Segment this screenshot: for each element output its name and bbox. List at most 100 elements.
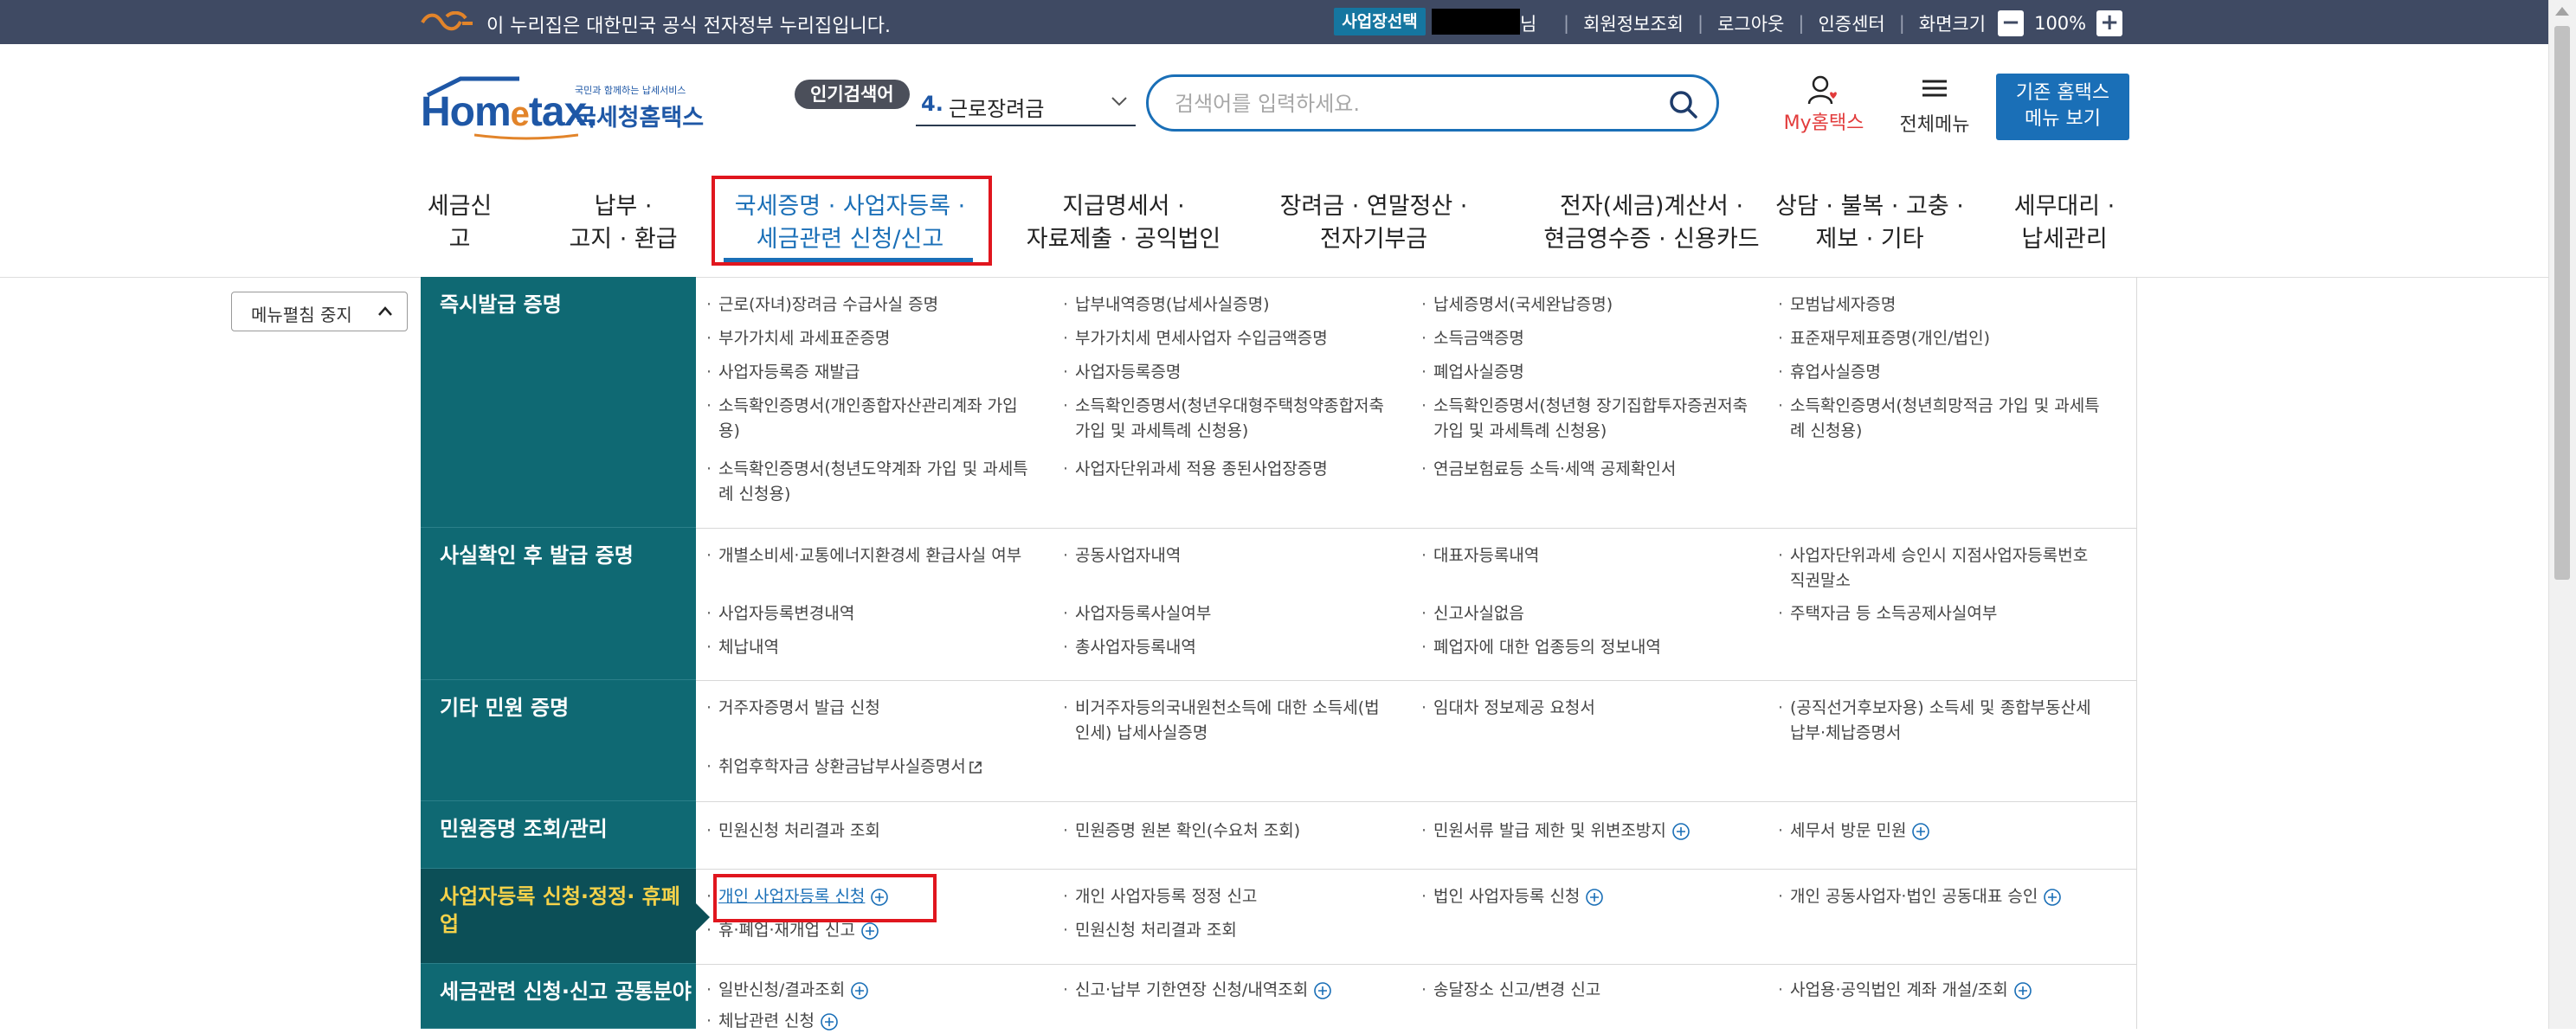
plus-circle-icon[interactable] (1671, 822, 1690, 841)
menu-link[interactable]: 비거주자등의국내원천소득에 대한 소득세(법인세) 납세사실증명 (1063, 696, 1392, 746)
chevron-down-icon (1111, 97, 1127, 106)
my-hometax-button[interactable]: My홈택스 (1776, 74, 1871, 135)
menu-link[interactable]: 세무서 방문 민원 (1778, 819, 2107, 844)
menu-link[interactable]: 납부내역증명(납세사실증명) (1063, 292, 1392, 318)
scrollbar-thumb[interactable] (2554, 26, 2570, 580)
menu-link[interactable]: (공직선거후보자용) 소득세 및 종합부동산세 납부·체납증명서 (1778, 696, 2107, 746)
member-info-link[interactable]: 회원정보조회 (1583, 10, 1684, 36)
menu-link[interactable]: 민원신청 처리결과 조회 (1063, 918, 1392, 943)
nav-payment-statement[interactable]: 지급명세서 · 자료제출 · 공익법인 (1011, 173, 1236, 273)
menu-link[interactable]: 송달장소 신고/변경 신고 (1421, 978, 1750, 1003)
popular-keyword-select[interactable]: 4. 근로장려금 (916, 87, 1136, 126)
menu-link[interactable]: 신고·납부 기한연장 신청/내역조회 (1063, 978, 1392, 1003)
nav-tax-report[interactable]: 세금신고 (421, 173, 499, 273)
menu-link[interactable]: 근로(자녀)장려금 수급사실 증명 (706, 292, 1035, 318)
nav-incentive-yearend[interactable]: 장려금 · 연말정산 · 전자기부금 (1257, 173, 1491, 273)
menu-link[interactable]: 부가가치세 면세사업자 수입금액증명 (1063, 326, 1392, 351)
business-select-button[interactable]: 사업장선택 (1334, 8, 1426, 35)
menu-link[interactable]: 개별소비세·교통에너지환경세 환급사실 여부 (706, 543, 1035, 568)
popular-search-badge: 인기검색어 (795, 80, 910, 109)
menu-row-title[interactable]: 기타 민원 증명 (421, 680, 696, 801)
menu-link[interactable]: 임대차 정보제공 요청서 (1421, 696, 1750, 721)
menu-link[interactable]: 휴업사실증명 (1778, 360, 2107, 385)
menu-link[interactable]: 주택자금 등 소득공제사실여부 (1778, 601, 2107, 626)
popular-keyword: 근로장려금 (949, 97, 1045, 121)
plus-circle-icon[interactable] (2043, 888, 2062, 907)
menu-link[interactable]: 표준재무제표증명(개인/법인) (1778, 326, 2107, 351)
menu-link[interactable]: 소득확인증명서(청년형 장기집합투자증권저축 가입 및 과세특례 신청용) (1421, 394, 1750, 444)
menu-link[interactable]: 부가가치세 과세표준증명 (706, 326, 1035, 351)
menu-link[interactable]: 민원증명 원본 확인(수요처 조회) (1063, 819, 1392, 844)
menu-row-business-registration: 사업자등록 신청·정정· 휴폐업 개인 사업자등록 신청 개인 사업자등록 정정… (421, 869, 2136, 965)
menu-fold-toggle-button[interactable]: 메뉴펼침 중지 (231, 292, 408, 331)
plus-circle-icon[interactable] (1585, 888, 1604, 907)
menu-link[interactable]: 사업용·공익법인 계좌 개설/조회 (1778, 978, 2107, 1003)
menu-link[interactable]: 신고사실없음 (1421, 601, 1750, 626)
menu-link[interactable]: 연금보험료등 소득·세액 공제확인서 (1421, 457, 1750, 482)
menu-row-fact-check: 사실확인 후 발급 증명 개별소비세·교통에너지환경세 환급사실 여부 공동사업… (421, 528, 2136, 681)
plus-circle-icon[interactable] (860, 922, 879, 941)
menu-link[interactable]: 거주자증명서 발급 신청 (706, 696, 1035, 721)
nav-payment-refund[interactable]: 납부 · 고지 · 환급 (563, 173, 684, 273)
menu-row-instant: 즉시발급 증명 근로(자녀)장려금 수급사실 증명 납부내역증명(납세사실증명)… (421, 277, 2136, 529)
menu-link[interactable]: 소득금액증명 (1421, 326, 1750, 351)
chevron-up-icon (378, 306, 392, 316)
logout-link[interactable]: 로그아웃 (1717, 10, 1784, 36)
menu-link[interactable]: 폐업자에 대한 업종등의 정보내역 (1421, 635, 1750, 660)
menu-row-title[interactable]: 민원증명 조회/관리 (421, 801, 696, 869)
menu-link[interactable]: 소득확인증명서(개인종합자산관리계좌 가입용) (706, 394, 1035, 444)
search-input[interactable] (1173, 86, 1661, 122)
menu-link[interactable]: 사업자등록변경내역 (706, 601, 1035, 626)
plus-circle-icon[interactable] (2013, 981, 2032, 1000)
menu-row-title-selected[interactable]: 사업자등록 신청·정정· 휴폐업 (421, 869, 710, 964)
nav-counsel-appeal[interactable]: 상담 · 불복 · 고충 · 제보 · 기타 (1755, 173, 1984, 273)
hometax-logo[interactable]: 국민과 함께하는 납세서비스 Hometax. 국세청홈택스 (421, 73, 706, 142)
search-icon[interactable] (1666, 87, 1701, 122)
menu-link[interactable]: 소득확인증명서(청년도약계좌 가입 및 과세특례 신청용) (706, 457, 1035, 507)
menu-link[interactable]: 민원서류 발급 제한 및 위변조방지 (1421, 819, 1750, 844)
menu-link[interactable]: 사업자단위과세 승인시 지점사업자등록번호 직권말소 (1778, 543, 2107, 594)
scroll-up-arrow-icon[interactable] (2555, 7, 2569, 16)
user-heart-icon (1807, 75, 1837, 105)
menu-link[interactable]: 일반신청/결과조회 (706, 978, 1035, 1003)
menu-link[interactable]: 취업후학자금 상환금납부사실증명서 (706, 755, 1070, 780)
menu-link[interactable]: 소득확인증명서(청년희망적금 가입 및 과세특례 신청용) (1778, 394, 2107, 444)
menu-link[interactable]: 폐업사실증명 (1421, 360, 1750, 385)
menu-link[interactable]: 납세증명서(국세완납증명) (1421, 292, 1750, 318)
nav-active-underline (724, 258, 973, 262)
old-hometax-menu-button[interactable]: 기존 홈택스 메뉴 보기 (1996, 74, 2129, 140)
menu-row-title[interactable]: 세금관련 신청·신고 공통분야 (421, 964, 696, 1029)
gov-emblem-icon (421, 11, 473, 31)
menu-link[interactable]: 총사업자등록내역 (1063, 635, 1392, 660)
menu-link[interactable]: 공동사업자내역 (1063, 543, 1392, 568)
menu-link[interactable]: 체납관련 신청 (706, 1009, 1035, 1034)
nav-tax-agent[interactable]: 세무대리 · 납세관리 (2000, 173, 2129, 273)
menu-link[interactable]: 개인 공동사업자·법인 공동대표 승인 (1778, 884, 2141, 909)
nav-e-invoice-receipt[interactable]: 전자(세금)계산서 · 현금영수증 · 신용카드 (1513, 173, 1790, 273)
menu-link[interactable]: 사업자단위과세 적용 종된사업장증명 (1063, 457, 1392, 482)
menu-link[interactable]: 소득확인증명서(청년우대형주택청약종합저축 가입 및 과세특례 신청용) (1063, 394, 1392, 444)
menu-link[interactable]: 대표자등록내역 (1421, 543, 1750, 568)
masked-username (1432, 9, 1520, 35)
plus-circle-icon[interactable] (850, 981, 869, 1000)
zoom-in-button[interactable]: + (2096, 10, 2123, 36)
hamburger-menu-icon (1922, 80, 1947, 97)
menu-row-title[interactable]: 사실확인 후 발급 증명 (421, 528, 696, 680)
cert-center-link[interactable]: 인증센터 (1818, 10, 1884, 36)
user-suffix: 님 (1520, 14, 1537, 35)
menu-link[interactable]: 모범납세자증명 (1778, 292, 2107, 318)
plus-circle-icon[interactable] (1911, 822, 1930, 841)
menu-link[interactable]: 사업자등록사실여부 (1063, 601, 1392, 626)
plus-circle-icon[interactable] (820, 1012, 839, 1031)
all-menu-button[interactable]: 전체메뉴 (1887, 74, 1982, 136)
menu-link[interactable]: 체납내역 (706, 635, 1035, 660)
zoom-out-button[interactable]: − (1998, 10, 2025, 36)
menu-row-inquiry: 민원증명 조회/관리 민원신청 처리결과 조회 민원증명 원본 확인(수요처 조… (421, 801, 2136, 870)
menu-link[interactable]: 민원신청 처리결과 조회 (706, 819, 1035, 844)
plus-circle-icon[interactable] (1313, 981, 1332, 1000)
menu-link[interactable]: 법인 사업자등록 신청 (1421, 884, 1750, 909)
menu-link[interactable]: 사업자등록증 재발급 (706, 360, 1035, 385)
menu-link[interactable]: 사업자등록증명 (1063, 360, 1392, 385)
menu-row-title[interactable]: 즉시발급 증명 (421, 277, 696, 528)
menu-link[interactable]: 개인 사업자등록 정정 신고 (1063, 884, 1392, 909)
